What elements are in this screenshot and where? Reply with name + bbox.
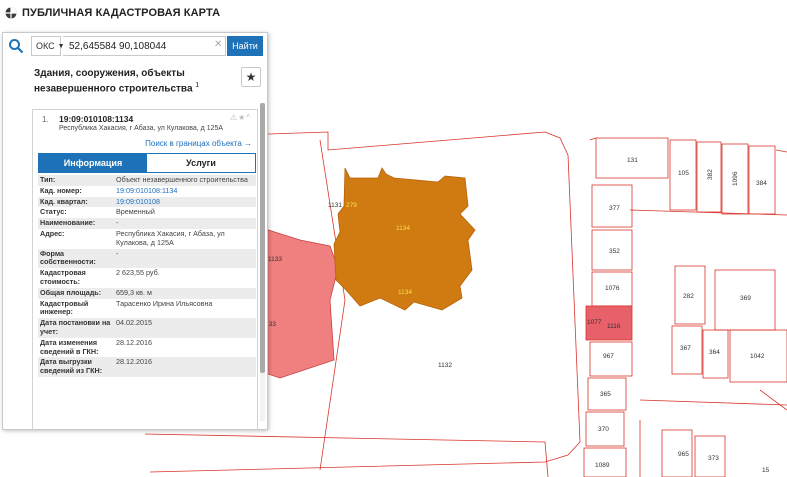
map-label: 384	[756, 180, 767, 187]
table-row: Кад. квартал: 19:09:010108	[38, 196, 256, 208]
chevron-up-icon[interactable]: ^	[246, 113, 251, 122]
card-action-icons: ⚠★^	[230, 113, 251, 122]
top-bar: ПУБЛИЧНАЯ КАДАСТРОВАЯ КАРТА	[0, 0, 787, 26]
star-icon: ★	[245, 70, 257, 84]
map-label: 1116	[607, 323, 621, 330]
tab-services[interactable]: Услуги	[147, 154, 255, 172]
map-label: 369	[740, 295, 751, 302]
search-icon[interactable]	[8, 38, 24, 54]
table-row: Кад. номер: 19:09:010108:1134	[38, 186, 256, 197]
map-label: 279	[346, 202, 357, 209]
result-address: Республика Хакасия, г Абаза, ул Кулакова…	[59, 125, 224, 132]
map-label: 1133	[268, 256, 282, 263]
result-index: 1.	[42, 115, 49, 124]
map-label: 1131	[328, 202, 342, 209]
map-label: 365	[600, 391, 611, 398]
street-line	[629, 209, 787, 216]
table-row: Форма собственности: -	[38, 248, 256, 269]
object-type-value: ОКС	[36, 41, 55, 51]
cadastral-quarter-link[interactable]: 19:09:010108	[114, 196, 256, 208]
table-row: Дата изменения сведений в ГКН: 28.12.2016	[40, 337, 152, 356]
map-label: 1096	[732, 171, 739, 186]
results-header: Здания, сооружения, объекты незавершенно…	[3, 63, 267, 101]
result-card[interactable]: 1. 19:09:010108:1134 Республика Хакасия,…	[32, 109, 258, 430]
table-row: Кадастровый инженер: Тарасенко Ирина Илья…	[40, 298, 213, 317]
map-label: 967	[603, 353, 614, 360]
map-label: 1089	[595, 462, 610, 469]
table-row: Тип: Объект незавершенного строительства	[38, 175, 256, 186]
cadastral-logo-icon	[5, 7, 17, 19]
map-label: 382	[707, 169, 714, 180]
card-tabs: Информация Услуги	[38, 153, 256, 173]
results-title: Здания, сооружения, объекты незавершенно…	[34, 68, 200, 95]
map-label: 1077	[587, 319, 602, 326]
table-row: Дата выгрузки сведений из ГКН: 28.12.2016	[38, 357, 256, 377]
table-row: Статус: Временный	[40, 207, 155, 217]
cadastral-number-link[interactable]: 19:09:010108:1134	[114, 186, 256, 197]
map-label: 370	[598, 426, 609, 433]
map-label: 373	[708, 455, 719, 462]
map-label: 105	[678, 170, 689, 177]
map-label: 352	[609, 248, 620, 255]
results-count: 1	[195, 82, 200, 89]
map-label: 1134	[396, 225, 410, 232]
search-in-bounds-link[interactable]: Поиск в границах объекта →	[145, 139, 252, 148]
app-root: 131 105 382 1096 384 377 352 1076 1077 1…	[0, 0, 787, 477]
table-row: Наименование: -	[38, 218, 256, 229]
search-panel: ОКС ▼ ✕ Найти Здания, сооружения, объект…	[2, 32, 268, 430]
tab-info[interactable]: Информация	[39, 154, 147, 172]
object-1133[interactable]	[261, 227, 339, 379]
map-label: 1042	[750, 353, 765, 360]
panel-scrollbar[interactable]	[260, 103, 265, 421]
result-cadastral-number[interactable]: 19:09:010108:1134	[59, 114, 133, 124]
table-row: Адрес: Республика Хакасия, г Абаза, ул Ку…	[40, 228, 225, 247]
map-label: 1132	[438, 362, 452, 369]
search-input[interactable]	[63, 36, 226, 56]
table-row: Кадастровая стоимость: 2 623,55 руб.	[40, 268, 160, 286]
info-table: Тип: Объект незавершенного строительства …	[38, 175, 256, 377]
app-title: ПУБЛИЧНАЯ КАДАСТРОВАЯ КАРТА	[22, 7, 221, 19]
map-label: 1134	[398, 289, 412, 296]
map-label: 367	[680, 345, 691, 352]
favorite-button[interactable]: ★	[241, 67, 261, 87]
find-button[interactable]: Найти	[227, 36, 263, 56]
search-bar: ОКС ▼ ✕ Найти	[3, 33, 267, 59]
map-label: 364	[709, 349, 720, 356]
scrollbar-thumb[interactable]	[260, 103, 265, 373]
map-label: 965	[678, 451, 689, 458]
map-label: 377	[609, 205, 620, 212]
object-type-select[interactable]: ОКС ▼	[31, 36, 65, 56]
clear-icon[interactable]: ✕	[214, 39, 222, 50]
table-row: Общая площадь: 659,3 кв. м	[38, 287, 256, 299]
map-label: 15	[762, 467, 770, 474]
warning-icon[interactable]: ⚠	[230, 113, 238, 122]
map-label: 1076	[605, 285, 620, 292]
table-row: Дата постановки на учет: 04.02.2015	[38, 318, 256, 338]
map-label: 282	[683, 293, 694, 300]
map-label: 131	[627, 157, 638, 164]
